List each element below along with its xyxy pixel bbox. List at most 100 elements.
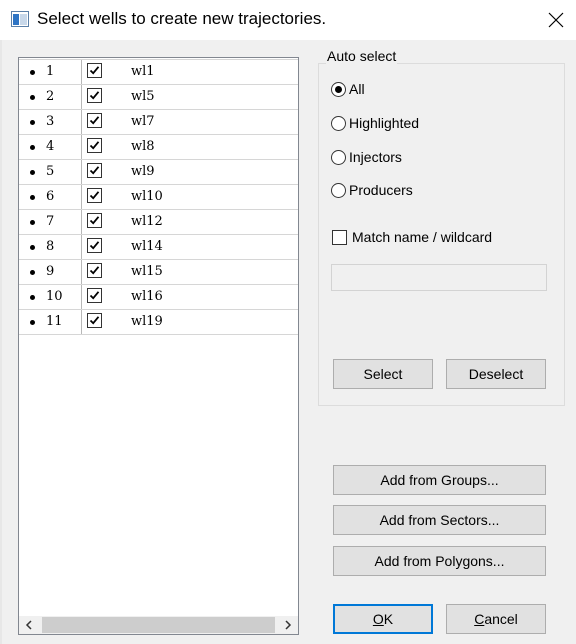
cancel-button[interactable]: Cancel (446, 604, 546, 634)
list-row[interactable]: 4 wl8 (19, 135, 298, 160)
list-row[interactable]: 10 wl16 (19, 285, 298, 310)
row-header: 7 (19, 210, 82, 234)
checkmark-icon (89, 116, 100, 125)
bullet-icon (30, 70, 35, 75)
wells-rows: 1 wl1 2 wl5 3 wl7 4 wl8 5 wl9 6 wl10 7 w… (19, 59, 298, 335)
well-name: wl8 (131, 139, 155, 154)
chevron-left-icon (25, 620, 32, 630)
checkmark-icon (89, 266, 100, 275)
radio-injectors[interactable]: Injectors (331, 147, 402, 167)
row-number: 2 (46, 89, 55, 104)
radio-dot-icon (335, 85, 342, 93)
well-checkbox[interactable] (87, 263, 102, 278)
well-checkbox[interactable] (87, 288, 102, 303)
window-edge (0, 40, 2, 644)
checkmark-icon (89, 141, 100, 150)
row-header: 1 (19, 60, 82, 84)
add-from-polygons-button[interactable]: Add from Polygons... (333, 546, 546, 576)
radio-button[interactable] (331, 81, 346, 97)
bullet-icon (30, 295, 35, 300)
well-checkbox[interactable] (87, 213, 102, 228)
match-wildcard-option[interactable]: Match name / wildcard (332, 229, 492, 245)
list-row[interactable]: 9 wl15 (19, 260, 298, 285)
well-checkbox[interactable] (87, 238, 102, 253)
match-wildcard-label: Match name / wildcard (352, 229, 493, 245)
well-checkbox[interactable] (87, 313, 102, 328)
well-checkbox[interactable] (87, 88, 102, 103)
list-row[interactable]: 7 wl12 (19, 210, 298, 235)
row-number: 3 (46, 114, 55, 129)
well-checkbox[interactable] (87, 63, 102, 78)
horizontal-scrollbar[interactable] (19, 616, 298, 634)
row-header: 3 (19, 110, 82, 134)
radio-button[interactable] (331, 115, 346, 131)
row-header: 4 (19, 135, 82, 159)
close-button[interactable] (536, 0, 576, 40)
well-name: wl19 (131, 314, 163, 329)
row-number: 1 (46, 64, 55, 79)
bullet-icon (30, 170, 35, 175)
radio-producers[interactable]: Producers (331, 180, 413, 200)
bullet-icon (30, 220, 35, 225)
window-app-icon (11, 11, 29, 27)
list-row[interactable]: 3 wl7 (19, 110, 298, 135)
scroll-right-button[interactable] (278, 616, 298, 634)
row-header: 5 (19, 160, 82, 184)
row-header: 10 (19, 285, 82, 309)
row-number: 11 (46, 314, 63, 329)
checkmark-icon (89, 216, 100, 225)
list-row[interactable]: 2 wl5 (19, 85, 298, 110)
list-row[interactable]: 6 wl10 (19, 185, 298, 210)
well-name: wl14 (131, 239, 163, 254)
well-checkbox[interactable] (87, 113, 102, 128)
well-name: wl10 (131, 189, 163, 204)
checkmark-icon (89, 241, 100, 250)
scroll-left-button[interactable] (19, 616, 39, 634)
checkmark-icon (89, 316, 100, 325)
row-number: 8 (46, 239, 55, 254)
scroll-thumb[interactable] (42, 617, 275, 633)
match-wildcard-checkbox[interactable] (332, 229, 347, 245)
wildcard-input[interactable] (331, 264, 547, 291)
row-header: 11 (19, 310, 82, 334)
radio-button[interactable] (331, 182, 346, 198)
well-checkbox[interactable] (87, 188, 102, 203)
add-from-groups-button[interactable]: Add from Groups... (333, 465, 546, 495)
well-checkbox[interactable] (87, 163, 102, 178)
cancel-label: Cancel (474, 611, 518, 627)
well-name: wl9 (131, 164, 155, 179)
title-bar: Select wells to create new trajectories. (0, 0, 576, 40)
well-checkbox[interactable] (87, 138, 102, 153)
list-row[interactable]: 1 wl1 (19, 59, 298, 85)
bullet-icon (30, 95, 35, 100)
ok-label: OK (372, 611, 394, 627)
row-header: 9 (19, 260, 82, 284)
row-number: 5 (46, 164, 55, 179)
list-row[interactable]: 11 wl19 (19, 310, 298, 335)
ok-button[interactable]: OK (333, 604, 433, 634)
chevron-right-icon (285, 620, 292, 630)
radio-button[interactable] (331, 149, 346, 165)
well-name: wl1 (131, 64, 155, 79)
bullet-icon (30, 245, 35, 250)
row-number: 10 (46, 289, 63, 304)
radio-all[interactable]: All (331, 79, 365, 99)
radio-highlighted[interactable]: Highlighted (331, 113, 419, 133)
auto-select-label: Auto select (326, 48, 398, 64)
checkmark-icon (89, 91, 100, 100)
list-row[interactable]: 8 wl14 (19, 235, 298, 260)
row-number: 7 (46, 214, 55, 229)
select-button[interactable]: Select (333, 359, 433, 389)
checkmark-icon (89, 66, 100, 75)
window-title: Select wells to create new trajectories. (37, 9, 327, 28)
row-header: 8 (19, 235, 82, 259)
well-name: wl16 (131, 289, 163, 304)
wells-list[interactable]: 1 wl1 2 wl5 3 wl7 4 wl8 5 wl9 6 wl10 7 w… (18, 57, 299, 635)
bullet-icon (30, 120, 35, 125)
checkmark-icon (89, 291, 100, 300)
list-row[interactable]: 5 wl9 (19, 160, 298, 185)
add-from-sectors-button[interactable]: Add from Sectors... (333, 505, 546, 535)
deselect-button[interactable]: Deselect (446, 359, 546, 389)
radio-label: Producers (349, 182, 413, 198)
checkmark-icon (89, 166, 100, 175)
